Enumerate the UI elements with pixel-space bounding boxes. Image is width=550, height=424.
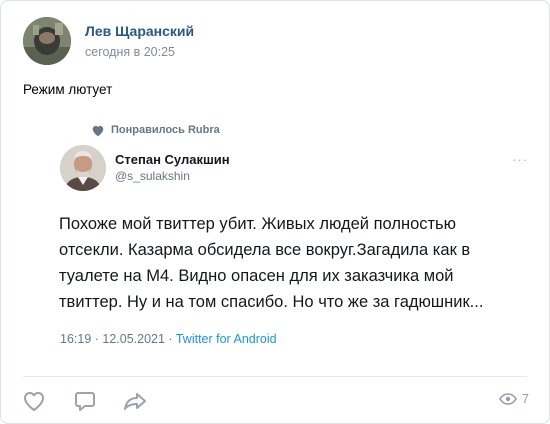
tweet-source-link[interactable]: Twitter for Android — [176, 332, 277, 346]
views-counter: 7 — [499, 392, 529, 406]
like-button[interactable] — [20, 388, 48, 414]
tweet-text: Похоже мой твиттер убит. Живых людей пол… — [59, 211, 519, 315]
post-card: Лев Щаранский сегодня в 20:25 Режим люту… — [0, 0, 550, 424]
actions-divider — [23, 376, 527, 377]
tweet-text-line: отсекли. Казарма обсидела все вокруг.Заг… — [59, 241, 471, 259]
share-icon — [124, 393, 146, 410]
heart-icon — [92, 125, 104, 136]
comment-icon — [75, 392, 95, 411]
tweet-text-line: твиттер. Ну и на том спасибо. Но что же … — [59, 293, 484, 311]
post-time[interactable]: сегодня в 20:25 — [85, 45, 175, 59]
tweet-text-line: Похоже мой твиттер убит. Живых людей пол… — [59, 215, 457, 233]
liked-by-text: Понравилось Rubra — [111, 124, 220, 136]
tweet-text-line: туалете на М4. Видно опасен для их заказ… — [59, 267, 454, 285]
tweet-author-handle[interactable]: @s_sulakshin — [115, 169, 190, 183]
eye-icon — [499, 393, 517, 405]
author-name[interactable]: Лев Щаранский — [85, 23, 194, 39]
liked-by-row: Понравилось Rubra — [91, 122, 220, 138]
views-count: 7 — [522, 392, 529, 406]
author-avatar[interactable] — [23, 17, 71, 65]
tweet-timestamp: 16:19 · 12.05.2021 · — [60, 332, 176, 346]
tweet-author-avatar[interactable] — [60, 145, 106, 191]
avatar-image — [23, 17, 71, 65]
heart-icon — [24, 392, 44, 411]
post-text: Режим лютует — [23, 82, 113, 97]
share-button[interactable] — [121, 388, 149, 414]
comment-button[interactable] — [71, 388, 99, 414]
tweet-avatar-image — [60, 145, 106, 191]
tweet-author-name[interactable]: Степан Сулакшин — [115, 152, 230, 167]
more-options-icon[interactable]: ··· — [512, 152, 528, 167]
tweet-meta: 16:19 · 12.05.2021 · Twitter for Android — [60, 332, 277, 346]
